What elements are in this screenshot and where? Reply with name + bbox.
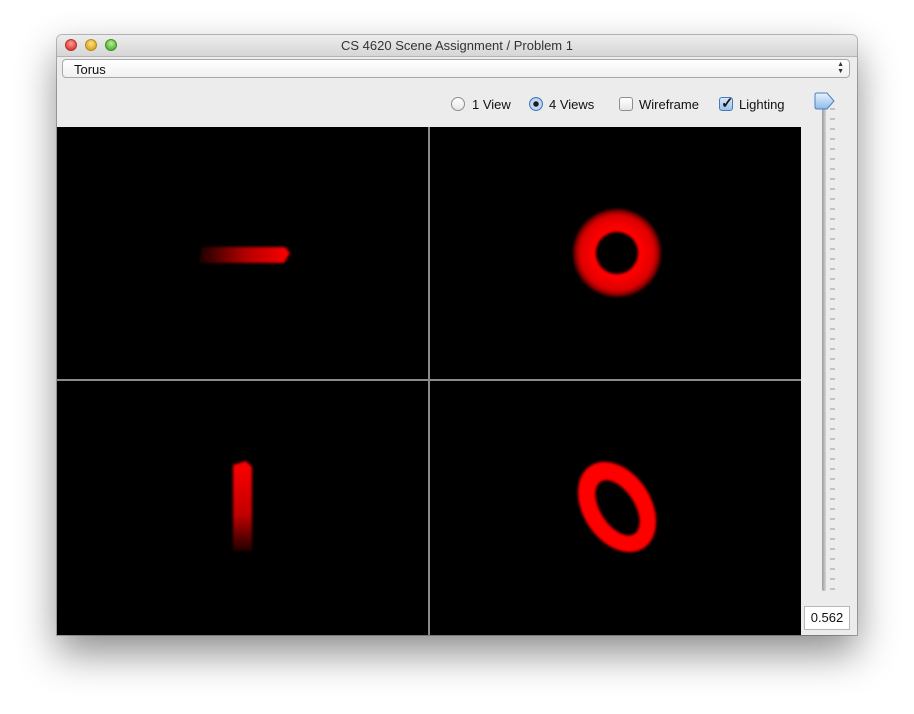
wireframe-checkbox[interactable]: [619, 97, 633, 111]
wireframe-label[interactable]: Wireframe: [639, 97, 699, 112]
four-views-radio[interactable]: [529, 97, 543, 111]
title-bar: CS 4620 Scene Assignment / Problem 1: [57, 35, 857, 57]
window-title: CS 4620 Scene Assignment / Problem 1: [341, 38, 573, 53]
render-viewport[interactable]: [57, 127, 801, 635]
torus-top-right: [573, 209, 662, 297]
slider-ticks: [830, 108, 835, 590]
four-views-label[interactable]: 4 Views: [549, 97, 594, 112]
slider-value-field[interactable]: 0.562: [804, 606, 850, 630]
one-view-radio[interactable]: [451, 97, 465, 111]
value-slider-track[interactable]: [822, 105, 826, 591]
lighting-checkbox[interactable]: ✓: [719, 95, 734, 112]
torus-bottom-left: [233, 461, 252, 551]
value-slider-thumb[interactable]: [814, 91, 836, 111]
torus-top-left: [199, 247, 290, 263]
app-window: CS 4620 Scene Assignment / Problem 1 Tor…: [57, 35, 857, 635]
scene-select[interactable]: Torus ▲ ▼: [62, 59, 850, 78]
select-arrows-icon: ▲ ▼: [837, 61, 844, 75]
viewport-divider-horizontal: [57, 379, 801, 381]
one-view-label[interactable]: 1 View: [472, 97, 511, 112]
view-options-bar: 1 View 4 Views Wireframe ✓ Lighting: [57, 93, 857, 119]
torus-bottom-right: [577, 461, 657, 553]
lighting-label[interactable]: Lighting: [739, 97, 785, 112]
checkmark-icon: ✓: [721, 95, 734, 112]
scene-select-value: Torus: [74, 62, 106, 77]
viewport-divider-vertical: [428, 127, 430, 635]
